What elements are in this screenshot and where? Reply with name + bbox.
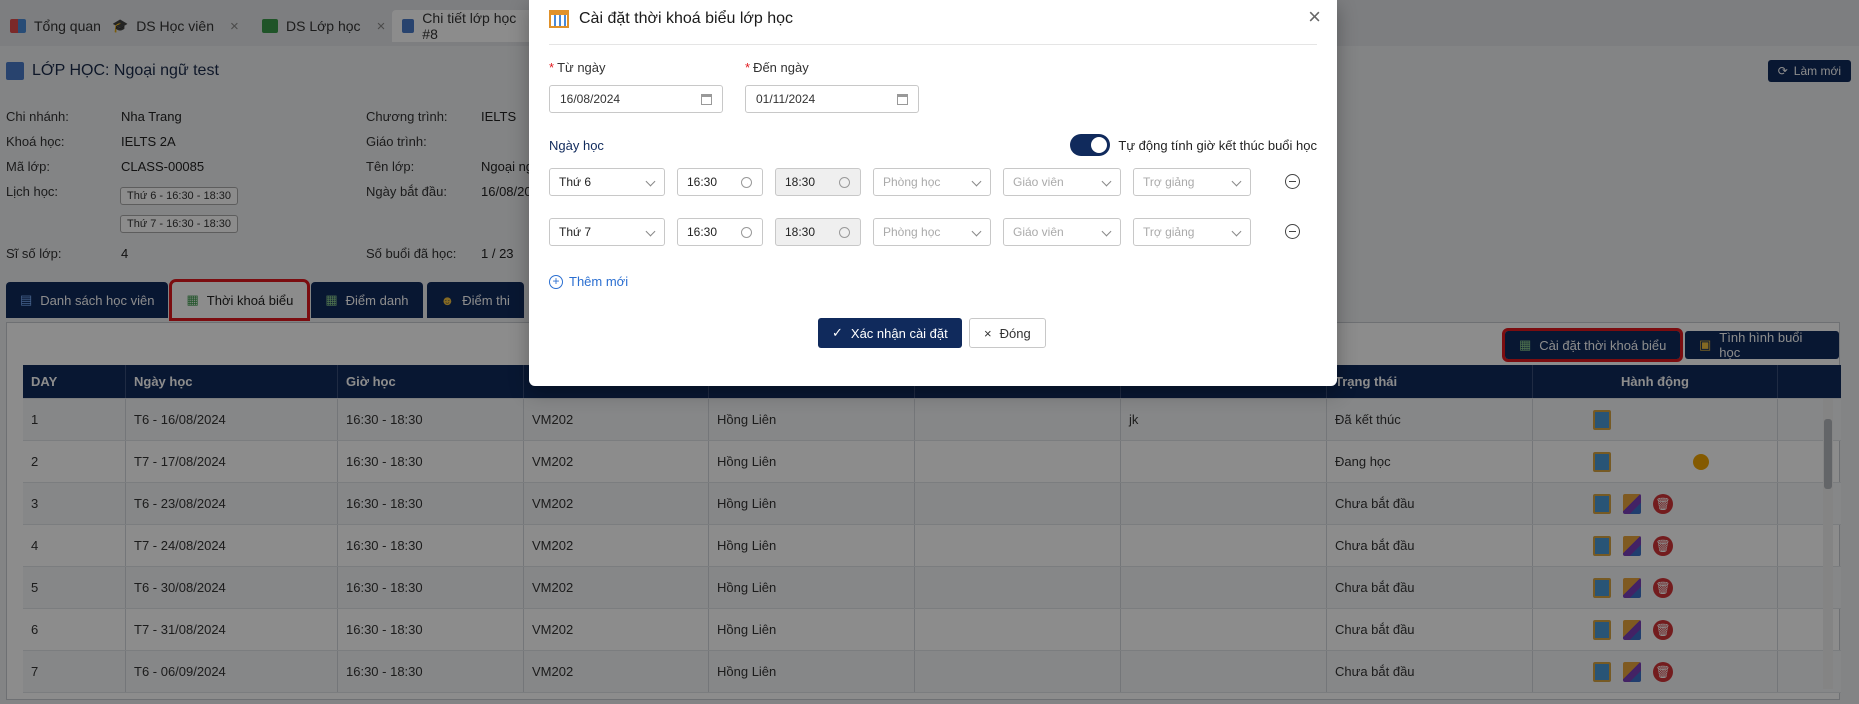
timetable-setup-dialog: Cài đặt thời khoá biểu lớp học × * Từ ngà…: [529, 0, 1337, 386]
chevron-down-icon: [1101, 176, 1112, 187]
clock-icon: [741, 227, 752, 238]
from-date-label: * Từ ngày: [549, 60, 606, 75]
plus-icon: +: [549, 274, 563, 289]
room-select[interactable]: Phòng học: [873, 218, 991, 246]
close-icon: ×: [984, 325, 992, 341]
dialog-title: Cài đặt thời khoá biểu lớp học: [549, 10, 793, 28]
assistant-select[interactable]: Trợ giảng: [1133, 168, 1251, 196]
remove-row-icon[interactable]: [1285, 224, 1300, 239]
calendar-icon: [549, 10, 569, 28]
chevron-down-icon: [1231, 176, 1242, 187]
start-time-picker[interactable]: 16:30: [677, 168, 763, 196]
assistant-select[interactable]: Trợ giảng: [1133, 218, 1251, 246]
auto-end-time-toggle[interactable]: [1070, 134, 1111, 156]
check-icon: ✓: [832, 325, 843, 340]
teacher-select[interactable]: Giáo viên: [1003, 218, 1121, 246]
confirm-button[interactable]: ✓ Xác nhận cài đặt: [818, 318, 962, 348]
room-select[interactable]: Phòng học: [873, 168, 991, 196]
calendar-icon: [701, 94, 712, 105]
calendar-icon: [897, 94, 908, 105]
chevron-down-icon: [645, 176, 656, 187]
to-date-label: * Đến ngày: [745, 60, 809, 75]
to-date-picker[interactable]: 01/11/2024: [745, 85, 919, 113]
clock-icon: [839, 177, 850, 188]
add-schedule-link[interactable]: + Thêm mới: [549, 274, 628, 289]
chevron-down-icon: [645, 226, 656, 237]
remove-row-icon[interactable]: [1285, 174, 1300, 189]
start-time-picker[interactable]: 16:30: [677, 218, 763, 246]
clock-icon: [839, 227, 850, 238]
chevron-down-icon: [971, 176, 982, 187]
clock-icon: [741, 177, 752, 188]
schedule-row: Thứ 6 16:30 18:30 Phòng học Giáo viên Trợ giả…: [549, 168, 1309, 196]
chevron-down-icon: [971, 226, 982, 237]
study-days-label: Ngày học: [549, 138, 604, 153]
divider: [549, 44, 1317, 45]
teacher-select[interactable]: Giáo viên: [1003, 168, 1121, 196]
end-time-picker[interactable]: 18:30: [775, 218, 861, 246]
from-date-picker[interactable]: 16/08/2024: [549, 85, 723, 113]
chevron-down-icon: [1101, 226, 1112, 237]
day-select[interactable]: Thứ 7: [549, 218, 665, 246]
end-time-picker[interactable]: 18:30: [775, 168, 861, 196]
day-select[interactable]: Thứ 6: [549, 168, 665, 196]
schedule-row: Thứ 7 16:30 18:30 Phòng học Giáo viên Trợ giả…: [549, 218, 1309, 246]
chevron-down-icon: [1231, 226, 1242, 237]
close-button[interactable]: × Đóng: [969, 318, 1046, 348]
close-icon[interactable]: ×: [1308, 4, 1321, 30]
auto-end-time-toggle-group: Tự động tính giờ kết thúc buổi học: [1070, 134, 1317, 156]
